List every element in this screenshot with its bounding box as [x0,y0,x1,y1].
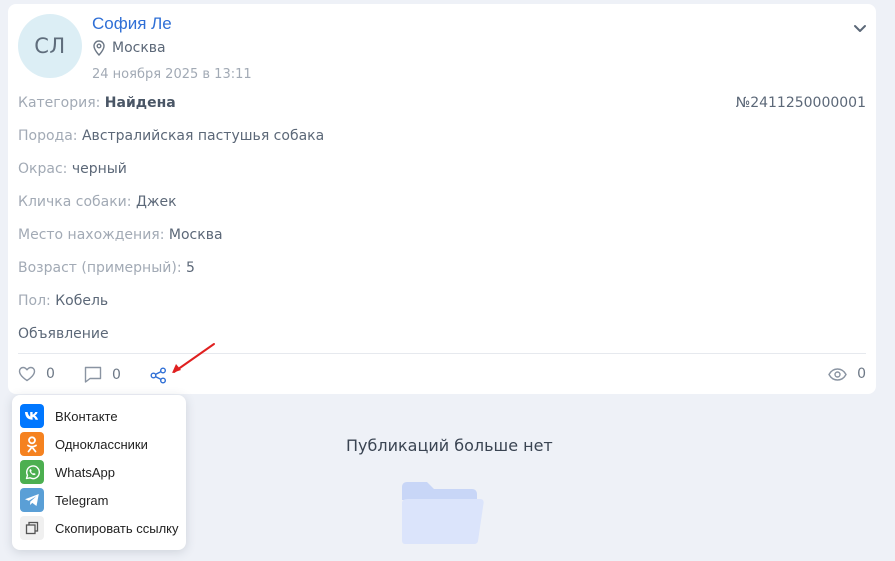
field-value: 5 [185,260,195,276]
share-telegram-button[interactable]: Telegram [20,488,108,512]
field-label: Порода: [18,128,82,144]
field-value: Австралийская пастушья собака [81,128,325,144]
city-text: Москва [112,40,166,56]
comment-count: 0 [112,366,121,383]
copy-icon [20,516,44,540]
field-value: Джек [135,194,177,210]
comment-icon [84,366,102,383]
field-value: Москва [168,227,223,243]
ad-label-text: Объявление [18,326,109,342]
field-label: Окрас: [18,161,72,177]
share-item-label: Скопировать ссылку [55,520,179,536]
field-value: Найдена [104,95,176,111]
field-age: Возраст (примерный): 5 [18,260,195,276]
field-dog-name: Кличка собаки: Джек [18,194,177,210]
post-location: Москва [92,40,166,56]
folder-icon [400,481,484,549]
field-value: черный [71,161,127,177]
field-breed: Порода: Австралийская пастушья собака [18,128,324,144]
share-item-label: Одноклассники [55,436,148,452]
post-card: СЛ София Ле Москва 24 ноября 2025 в 13:1… [8,4,876,394]
field-value: Кобель [55,293,109,309]
field-label: Возраст (примерный): [18,260,186,276]
share-item-label: WhatsApp [55,464,115,480]
field-location: Место нахождения: Москва [18,227,223,243]
comment-button[interactable]: 0 [84,366,121,383]
map-pin-icon [92,40,106,56]
empty-feed-text: Публикаций больше нет [346,436,553,455]
whatsapp-icon [20,460,44,484]
post-number: №2411250000001 [735,95,866,111]
telegram-icon [20,488,44,512]
copy-link-button[interactable]: Скопировать ссылку [20,516,179,540]
vk-icon [20,404,44,428]
author-name-link[interactable]: София Ле [92,14,172,34]
view-count: 0 [857,366,866,382]
views-counter: 0 [828,366,866,382]
ok-icon [20,432,44,456]
like-button[interactable]: 0 [18,366,55,382]
share-icon[interactable] [150,367,167,388]
field-label: Место нахождения: [18,227,169,243]
share-ok-button[interactable]: Одноклассники [20,432,148,456]
share-menu: ВКонтакте Одноклассники WhatsApp Telegra… [12,395,186,550]
chevron-down-icon[interactable] [852,20,868,36]
field-color: Окрас: черный [18,161,127,177]
share-item-label: ВКонтакте [55,408,118,424]
red-arrow-annotation [168,342,218,380]
field-label: Категория: [18,95,105,111]
divider [18,353,866,354]
post-date: 24 ноября 2025 в 13:11 [92,67,252,82]
field-sex: Пол: Кобель [18,293,108,309]
share-vk-button[interactable]: ВКонтакте [20,404,118,428]
avatar[interactable]: СЛ [18,14,82,78]
ad-label: Объявление [18,326,109,342]
share-item-label: Telegram [55,492,109,508]
heart-icon [18,366,36,382]
like-count: 0 [46,366,55,382]
field-category: Категория: Найдена [18,95,176,111]
field-label: Пол: [18,293,56,309]
field-label: Кличка собаки: [18,194,136,210]
share-whatsapp-button[interactable]: WhatsApp [20,460,115,484]
eye-icon [828,367,847,381]
